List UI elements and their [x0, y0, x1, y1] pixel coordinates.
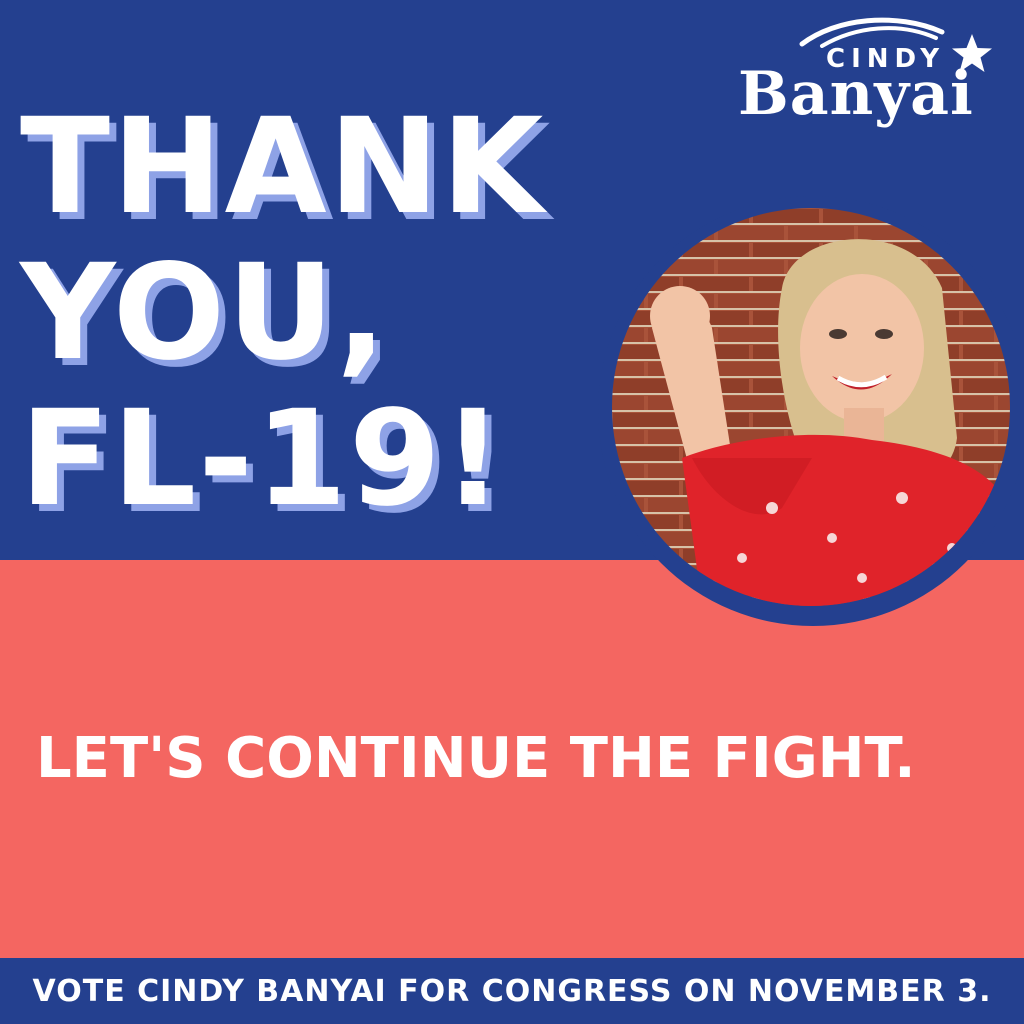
- headline-line-3: FL-19!: [20, 382, 505, 536]
- footer-text: VOTE CINDY BANYAI FOR CONGRESS ON NOVEMB…: [32, 973, 992, 1009]
- campaign-logo: CINDY Banyai: [736, 14, 1012, 129]
- swoosh-icon: [799, 17, 945, 48]
- footer-bar: VOTE CINDY BANYAI FOR CONGRESS ON NOVEMB…: [0, 958, 1024, 1024]
- tagline: LET'S CONTINUE THE FIGHT.: [36, 726, 916, 791]
- candidate-photo: [612, 208, 1010, 606]
- logo-bottom-text: Banyai: [738, 59, 974, 129]
- candidate-photo-illustration: [612, 208, 1010, 606]
- headline: THANK YOU, FL-19!: [20, 94, 660, 532]
- headline-line-2: YOU,: [20, 236, 389, 390]
- headline-line-1: THANK: [20, 90, 546, 244]
